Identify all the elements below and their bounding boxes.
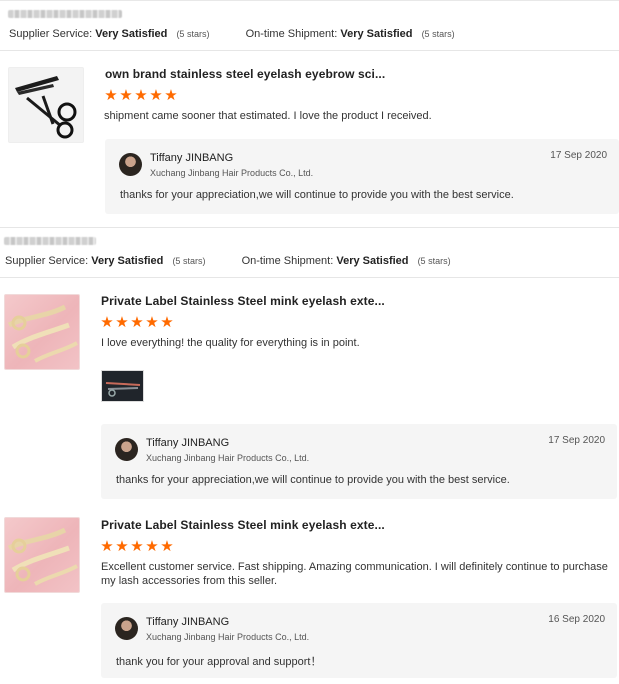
supplier-service-value: Very Satisfied	[95, 28, 168, 40]
star-icon: ★	[130, 538, 144, 555]
shipment-value: Very Satisfied	[336, 255, 409, 267]
seller-reply: Tiffany JINBANG Xuchang Jinbang Hair Pro…	[101, 603, 617, 678]
attached-photo-image	[102, 371, 143, 401]
star-icon: ★	[149, 87, 163, 104]
avatar	[115, 617, 138, 640]
product-title[interactable]: Private Label Stainless Steel mink eyela…	[101, 294, 385, 308]
supplier-service-label: Supplier Service:	[9, 28, 93, 40]
scissors-icon	[7, 304, 78, 363]
star-icon: ★	[115, 538, 129, 555]
reply-text: thanks for your appreciation,we will con…	[120, 189, 514, 201]
star-icon: ★	[160, 538, 174, 555]
review-comment: Excellent customer service. Fast shippin…	[101, 561, 608, 573]
star-icon: ★	[164, 87, 178, 104]
scissors-icon	[7, 527, 78, 586]
review-comment-cont: my lash accessories from this seller.	[101, 575, 278, 587]
avatar	[119, 153, 142, 176]
buyer-name-blurred	[8, 10, 122, 18]
review-comment: shipment came sooner that estimated. I l…	[104, 110, 432, 122]
rating-stars: ★ ★ ★ ★ ★	[104, 87, 178, 104]
rating-stars: ★ ★ ★ ★ ★	[100, 314, 174, 331]
reply-author: Tiffany JINBANG	[146, 616, 230, 628]
product-thumbnail[interactable]	[4, 517, 80, 593]
star-icon: ★	[134, 87, 148, 104]
star-icon: ★	[115, 314, 129, 331]
reply-company: Xuchang Jinbang Hair Products Co., Ltd.	[146, 453, 310, 463]
divider	[0, 50, 619, 51]
supplier-service-stars: (5 stars)	[176, 29, 210, 39]
reply-date: 17 Sep 2020	[548, 435, 605, 446]
supplier-service-label: Supplier Service:	[5, 255, 89, 267]
divider	[0, 277, 619, 278]
scissors-tweezers-icon	[9, 68, 83, 142]
reply-text: thank you for your approval and support！	[116, 656, 322, 668]
review-comment: I love everything! the quality for every…	[101, 337, 360, 349]
product-title[interactable]: Private Label Stainless Steel mink eyela…	[101, 518, 385, 532]
shipment-label: On-time Shipment:	[245, 28, 338, 40]
top-divider	[0, 0, 619, 1]
star-icon: ★	[100, 314, 114, 331]
divider	[0, 227, 619, 228]
reply-company: Xuchang Jinbang Hair Products Co., Ltd.	[146, 632, 310, 642]
shipment-value: Very Satisfied	[340, 28, 413, 40]
supplier-service-value: Very Satisfied	[91, 255, 164, 267]
star-icon: ★	[145, 538, 159, 555]
attached-photo[interactable]	[101, 370, 144, 402]
reply-text: thanks for your appreciation,we will con…	[116, 474, 510, 486]
star-icon: ★	[160, 314, 174, 331]
reply-date: 17 Sep 2020	[550, 150, 607, 161]
shipment-stars: (5 stars)	[421, 29, 455, 39]
star-icon: ★	[145, 314, 159, 331]
buyer-name-blurred	[4, 237, 96, 245]
reply-date: 16 Sep 2020	[548, 614, 605, 625]
reply-author: Tiffany JINBANG	[146, 437, 230, 449]
seller-reply: Tiffany JINBANG Xuchang Jinbang Hair Pro…	[105, 139, 619, 214]
product-thumbnail[interactable]	[4, 294, 80, 370]
star-icon: ★	[119, 87, 133, 104]
star-icon: ★	[104, 87, 118, 104]
reply-author: Tiffany JINBANG	[150, 152, 234, 164]
star-icon: ★	[130, 314, 144, 331]
reply-company: Xuchang Jinbang Hair Products Co., Ltd.	[150, 168, 314, 178]
star-icon: ★	[100, 538, 114, 555]
supplier-service-stars: (5 stars)	[172, 256, 206, 266]
rating-stars: ★ ★ ★ ★ ★	[100, 538, 174, 555]
avatar	[115, 438, 138, 461]
ratings-summary: Supplier Service: Very Satisfied (5 star…	[9, 28, 455, 40]
product-thumbnail[interactable]	[8, 67, 84, 143]
shipment-stars: (5 stars)	[417, 256, 451, 266]
ratings-summary: Supplier Service: Very Satisfied (5 star…	[5, 255, 451, 267]
product-title[interactable]: own brand stainless steel eyelash eyebro…	[105, 67, 385, 81]
shipment-label: On-time Shipment:	[241, 255, 334, 267]
seller-reply: Tiffany JINBANG Xuchang Jinbang Hair Pro…	[101, 424, 617, 499]
